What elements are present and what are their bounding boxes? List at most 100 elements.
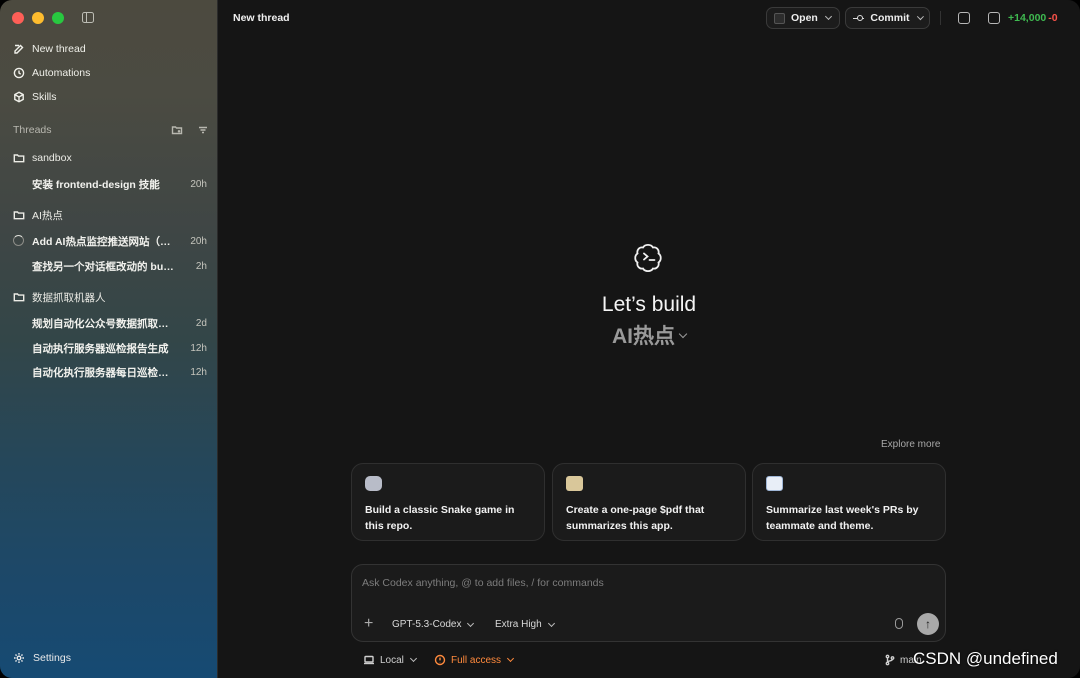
thread-title: 规划自动化公众号数据抓取方案 [32,317,178,330]
access-label: Full access [451,654,502,666]
thread-time: 12h [190,342,207,354]
chevron-down-icon [678,329,688,339]
codex-cloud-icon [634,243,662,273]
cube-icon [13,91,25,103]
warning-shield-icon [434,654,446,666]
diff-deletions: -0 [1048,12,1058,24]
minimize-window-button[interactable] [32,12,44,24]
app-window: New thread Automations Skills Threads sa… [0,0,1080,678]
nav-label: New thread [32,43,86,55]
explore-more-link[interactable]: Explore more [881,439,940,450]
folder-icon [13,152,25,164]
folder-label: sandbox [32,152,72,164]
thread-time: 20h [190,235,207,247]
thread-time: 20h [190,178,207,190]
folder-label: 数据抓取机器人 [32,291,106,304]
project-selector[interactable]: AI热点 [548,320,750,350]
thread-item[interactable]: 查找另一个对话框改动的 bug… 2h [13,258,207,274]
nav-new-thread[interactable]: New thread [13,40,86,58]
diff-stats[interactable]: +14,000 -0 [1008,12,1058,24]
folder-sandbox[interactable]: sandbox [13,150,72,166]
thread-time: 2d [195,317,207,329]
thread-time: 2h [195,260,207,272]
model-selector[interactable]: GPT-5.3-Codex [392,619,475,630]
suggestion-card[interactable]: Create a one-page $pdf that summarizes t… [552,463,746,541]
sidebar-toggle-icon[interactable] [82,12,94,23]
suggestion-text: Create a one-page $pdf that summarizes t… [566,504,705,532]
chevron-down-icon [916,13,924,20]
loading-spinner-icon [13,235,24,246]
diff-additions: +14,000 [1008,12,1047,24]
nav-label: Automations [32,67,91,79]
terminal-icon[interactable] [958,12,970,24]
thread-item[interactable]: 自动化执行服务器每日巡检任务 12h [13,364,207,380]
environment-label: Local [380,654,404,666]
thread-item[interactable]: 安装 frontend-design 技能 20h [13,176,207,192]
clock-icon [13,67,25,79]
settings-button[interactable]: Settings [13,652,71,664]
project-name: AI热点 [612,325,675,348]
model-label: GPT-5.3-Codex [392,619,462,630]
chevron-down-icon [506,654,515,663]
commit-label: Commit [870,12,910,24]
settings-label: Settings [33,652,71,664]
thread-item[interactable]: Add AI热点监控推送网站（飞书） 20h [13,233,207,249]
nav-skills[interactable]: Skills [13,88,57,106]
gamepad-icon [365,476,382,491]
folder-ai-hotspot[interactable]: AI热点 [13,207,63,223]
microphone-icon[interactable] [895,618,903,629]
window-controls [12,12,64,24]
git-branch-icon [884,654,896,666]
send-button[interactable]: ↑ [917,613,939,635]
nav-label: Skills [32,91,57,103]
section-title: Threads [13,124,52,136]
environment-selector[interactable]: Local [363,654,417,666]
open-label: Open [791,12,818,24]
thread-title: Add AI热点监控推送网站（飞书） [32,235,178,248]
folder-icon [13,209,25,221]
open-button[interactable]: Open [766,7,840,29]
thread-title: 自动执行服务器巡检报告生成 [32,342,169,355]
chevron-down-icon [547,619,555,627]
scroll-icon [566,476,583,491]
main-panel: New thread Open Commit +14,000 -0 Let’s b… [218,0,1080,678]
suggestion-text: Build a classic Snake game in this repo. [365,504,515,532]
thread-item[interactable]: 规划自动化公众号数据抓取方案 2d [13,315,207,331]
nav-automations[interactable]: Automations [13,64,90,82]
filter-icon[interactable] [197,124,209,136]
page-title: New thread [233,12,290,24]
document-icon [766,476,783,491]
commit-icon [853,14,865,22]
thread-title: 安装 frontend-design 技能 [32,178,160,191]
suggestion-card[interactable]: Build a classic Snake game in this repo. [351,463,545,541]
thread-time: 12h [190,366,207,378]
commit-button[interactable]: Commit [845,7,930,29]
effort-selector[interactable]: Extra High [495,619,555,630]
laptop-icon [363,654,375,666]
diff-panel-icon[interactable] [988,12,1000,24]
maximize-window-button[interactable] [52,12,64,24]
folder-icon [13,291,25,303]
prompt-input[interactable] [362,575,922,591]
watermark: CSDN @undefined [913,649,1058,668]
hero-title: Let’s build [601,293,697,316]
threads-section-header: Threads [13,124,209,136]
chevron-down-icon [824,12,832,21]
access-selector[interactable]: Full access [434,654,515,666]
gear-icon [13,652,25,664]
suggestion-text: Summarize last week's PRs by teammate an… [766,504,919,532]
folder-data-robot[interactable]: 数据抓取机器人 [13,289,106,305]
edit-icon [13,43,25,55]
toolbar-divider [940,11,941,25]
sidebar: New thread Automations Skills Threads sa… [0,0,218,678]
thread-item[interactable]: 自动执行服务器巡检报告生成 12h [13,340,207,356]
effort-label: Extra High [495,619,542,630]
chevron-down-icon [467,619,475,627]
new-folder-icon[interactable] [171,124,183,136]
suggestion-card[interactable]: Summarize last week's PRs by teammate an… [752,463,946,541]
composer: + GPT-5.3-Codex Extra High ↑ [351,564,946,642]
close-window-button[interactable] [12,12,24,24]
add-attachment-button[interactable]: + [364,616,373,632]
thread-title: 查找另一个对话框改动的 bug… [32,260,178,273]
app-icon [774,12,785,24]
